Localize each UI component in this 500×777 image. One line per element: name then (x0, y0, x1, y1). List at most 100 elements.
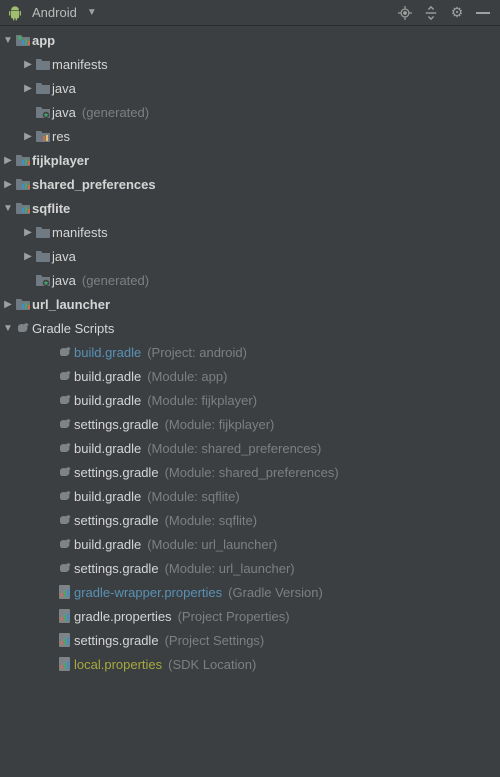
android-robot-icon (6, 5, 24, 21)
tree-row-hint: (SDK Location) (168, 657, 256, 672)
tree-row[interactable]: ▶build.gradle(Module: shared_preferences… (0, 436, 500, 460)
chevron-right-icon[interactable]: ▶ (22, 131, 34, 142)
folder-res-icon (34, 128, 52, 144)
tree-row-hint: (Module: shared_preferences) (147, 441, 321, 456)
tree-row[interactable]: ▶settings.gradle(Project Settings) (0, 628, 500, 652)
tree-row-label: fijkplayer (32, 153, 89, 168)
gear-icon: ⚙ (451, 4, 464, 21)
gradle-icon (56, 344, 74, 360)
props-icon (56, 656, 74, 672)
module-icon (14, 296, 32, 312)
props-icon (56, 584, 74, 600)
tree-row[interactable]: ▶java(generated) (0, 268, 500, 292)
gradle-icon (56, 368, 74, 384)
tree-row[interactable]: ▶local.properties(SDK Location) (0, 652, 500, 676)
tree-row-hint: (Project Settings) (165, 633, 265, 648)
gradle-icon (56, 560, 74, 576)
chevron-right-icon[interactable]: ▶ (2, 179, 14, 190)
tree-row[interactable]: ▶ shared_preferences (0, 172, 500, 196)
chevron-right-icon[interactable]: ▶ (22, 251, 34, 262)
tree-row-label: settings.gradle (74, 633, 159, 648)
tree-row-hint: (Module: sqflite) (147, 489, 239, 504)
chevron-down-icon[interactable]: ▼ (2, 323, 14, 334)
chevron-right-icon[interactable]: ▶ (22, 59, 34, 70)
tree-row-label: manifests (52, 225, 108, 240)
chevron-right-icon[interactable]: ▶ (22, 83, 34, 94)
tree-row[interactable]: ▶settings.gradle(Module: shared_preferen… (0, 460, 500, 484)
props-icon (56, 608, 74, 624)
tree-row-label: java (52, 105, 76, 120)
tree-row[interactable]: ▶java(generated) (0, 100, 500, 124)
tree-row-label: build.gradle (74, 345, 141, 360)
chevron-down-icon[interactable]: ▼ (2, 35, 14, 46)
folder-icon (34, 248, 52, 264)
hide-panel-button[interactable] (472, 2, 494, 24)
tree-row[interactable]: ▶ manifests (0, 220, 500, 244)
tree-row[interactable]: ▶ res (0, 124, 500, 148)
minimize-icon (476, 12, 490, 14)
project-view-selector[interactable]: Android (32, 5, 77, 20)
tree-row-hint: (Module: fijkplayer) (147, 393, 257, 408)
tree-row[interactable]: ▶gradle.properties(Project Properties) (0, 604, 500, 628)
tree-row[interactable]: ▶build.gradle(Module: url_launcher) (0, 532, 500, 556)
module-icon (14, 176, 32, 192)
tree-row[interactable]: ▶java (0, 76, 500, 100)
props-icon (56, 632, 74, 648)
tree-row-label: build.gradle (74, 441, 141, 456)
tree-row-hint: (Project: android) (147, 345, 247, 360)
tree-row-label: java (52, 273, 76, 288)
chevron-right-icon[interactable]: ▶ (2, 299, 14, 310)
tree-row-hint: (Module: app) (147, 369, 227, 384)
folder-icon (34, 80, 52, 96)
tree-row-label: shared_preferences (32, 177, 156, 192)
tree-row[interactable]: ▶java (0, 244, 500, 268)
tree-row-label: gradle-wrapper.properties (74, 585, 222, 600)
folder-gen-icon (34, 104, 52, 120)
tree-row-label: sqflite (32, 201, 70, 216)
tree-row[interactable]: ▶build.gradle(Module: fijkplayer) (0, 388, 500, 412)
tree-row-label: build.gradle (74, 489, 141, 504)
tree-row[interactable]: ▼ sqflite (0, 196, 500, 220)
tree-row-hint: (Module: url_launcher) (165, 561, 295, 576)
tree-row[interactable]: ▶settings.gradle(Module: url_launcher) (0, 556, 500, 580)
tree-row[interactable]: ▶gradle-wrapper.properties(Gradle Versio… (0, 580, 500, 604)
tree-row-label: res (52, 129, 70, 144)
tree-row-label: url_launcher (32, 297, 110, 312)
tree-row[interactable]: ▼Gradle Scripts (0, 316, 500, 340)
collapse-all-button[interactable] (420, 2, 442, 24)
tree-row-hint: (generated) (82, 273, 149, 288)
folder-icon (34, 224, 52, 240)
gradle-icon (56, 488, 74, 504)
project-tree[interactable]: ▼app▶manifests▶java▶java(generated)▶res▶… (0, 26, 500, 676)
chevron-right-icon[interactable]: ▶ (22, 227, 34, 238)
folder-gen-icon (34, 272, 52, 288)
tree-row[interactable]: ▶ url_launcher (0, 292, 500, 316)
chevron-down-icon: ▼ (87, 7, 97, 18)
module-icon (14, 152, 32, 168)
gradle-icon (56, 464, 74, 480)
chevron-right-icon[interactable]: ▶ (2, 155, 14, 166)
tree-row-hint: (generated) (82, 105, 149, 120)
gradle-icon (56, 416, 74, 432)
tree-row[interactable]: ▼app (0, 28, 500, 52)
module-icon (14, 200, 32, 216)
tree-row-hint: (Module: url_launcher) (147, 537, 277, 552)
tree-row-hint: (Project Properties) (178, 609, 290, 624)
tree-row-label: build.gradle (74, 393, 141, 408)
gradle-icon (56, 536, 74, 552)
tree-row[interactable]: ▶manifests (0, 52, 500, 76)
tree-row-label: settings.gradle (74, 465, 159, 480)
gradle-icon (14, 320, 32, 336)
tree-row[interactable]: ▶build.gradle(Module: app) (0, 364, 500, 388)
tree-row-label: gradle.properties (74, 609, 172, 624)
tree-row[interactable]: ▶ fijkplayer (0, 148, 500, 172)
tree-row[interactable]: ▶build.gradle(Project: android) (0, 340, 500, 364)
tree-row-label: settings.gradle (74, 417, 159, 432)
gradle-icon (56, 392, 74, 408)
chevron-down-icon[interactable]: ▼ (2, 203, 14, 214)
locate-button[interactable] (394, 2, 416, 24)
tree-row[interactable]: ▶settings.gradle(Module: sqflite) (0, 508, 500, 532)
tree-row[interactable]: ▶settings.gradle(Module: fijkplayer) (0, 412, 500, 436)
tree-row[interactable]: ▶build.gradle(Module: sqflite) (0, 484, 500, 508)
settings-button[interactable]: ⚙ (446, 2, 468, 24)
